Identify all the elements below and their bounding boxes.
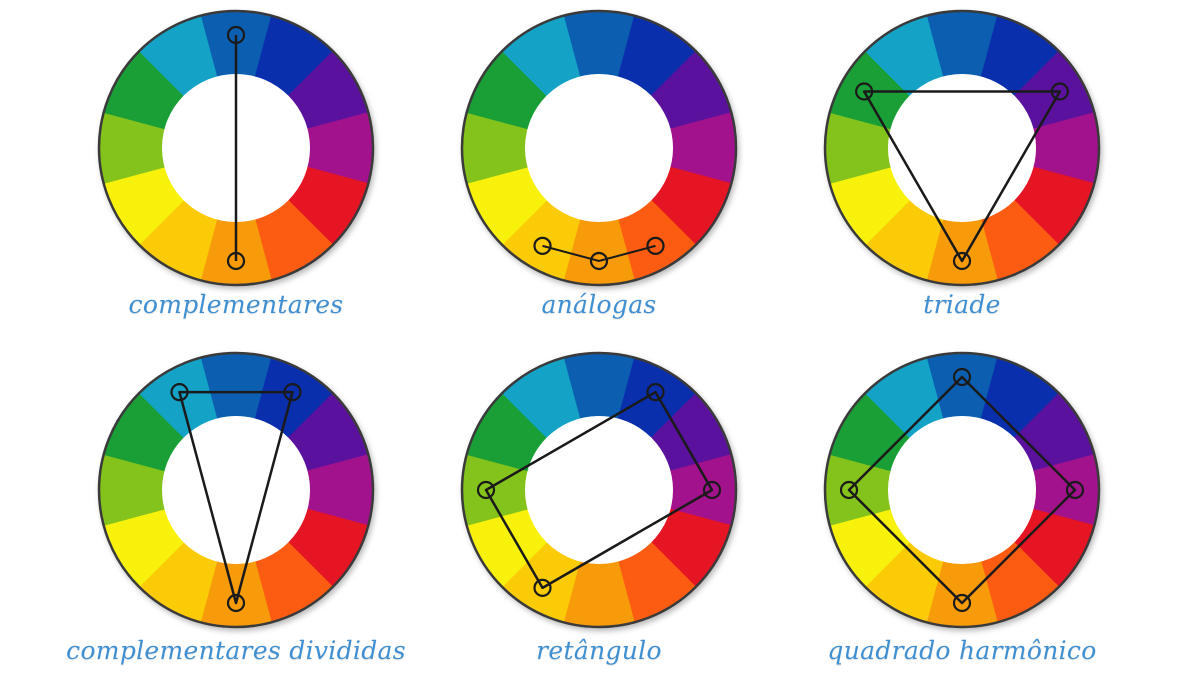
color-wheel [97, 351, 375, 629]
wheel-center [888, 74, 1036, 222]
wheel-center [525, 74, 673, 222]
caption-analogas: análogas [541, 290, 657, 319]
color-wheel [823, 351, 1101, 629]
caption-quadrado-harmonico: quadrado harmônico [827, 636, 1097, 665]
caption-complementares-divididas: complementares divididas [66, 636, 406, 665]
caption-triade: triade [923, 290, 1001, 319]
wheel-center [162, 416, 310, 564]
color-wheel [97, 9, 375, 287]
wheel-center [888, 416, 1036, 564]
wheel-center [525, 416, 673, 564]
caption-retangulo: retângulo [536, 636, 662, 665]
color-wheel [460, 9, 738, 287]
color-harmony-chart: complementares análogas triade complemen… [0, 0, 1200, 675]
color-wheel [823, 9, 1101, 287]
color-wheels-canvas [97, 9, 1101, 629]
caption-complementares: complementares [128, 290, 344, 319]
color-wheel [460, 351, 738, 629]
